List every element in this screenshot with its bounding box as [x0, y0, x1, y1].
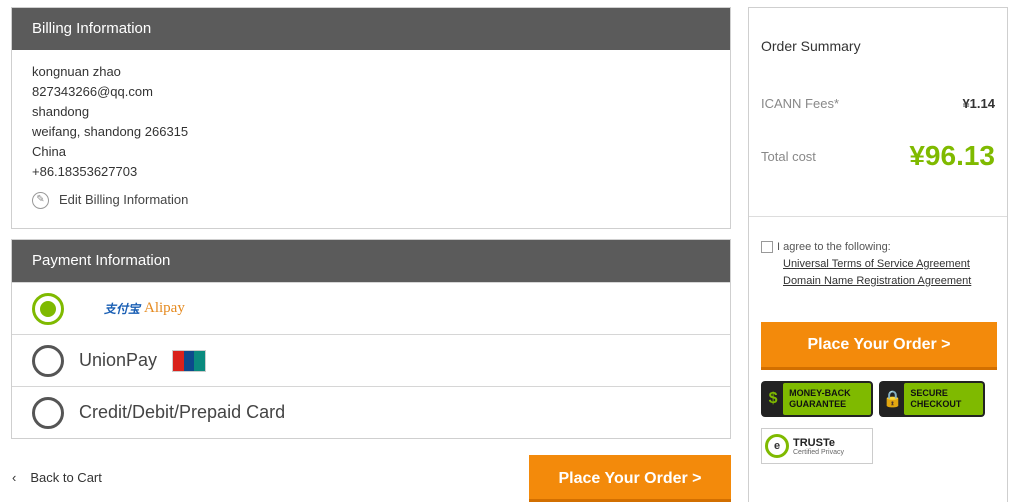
payment-title: Payment Information [12, 240, 730, 282]
total-row: Total cost ¥96.13 [761, 140, 995, 172]
billing-country: China [32, 144, 66, 159]
money-back-badge: $ MONEY-BACK GUARANTEE [761, 381, 873, 417]
back-to-cart-label: Back to Cart [30, 470, 102, 485]
payment-panel: Payment Information 支付宝 Alipay UnionPay … [11, 239, 731, 439]
alipay-label: Alipay [144, 300, 185, 316]
billing-details: kongnuan zhao 827343266@qq.com shandong … [12, 50, 730, 210]
payment-option-unionpay[interactable]: UnionPay [12, 334, 730, 386]
back-to-cart-link[interactable]: ‹ Back to Cart [12, 470, 102, 485]
truste-logo-icon: e [765, 434, 789, 458]
icann-fee-value: ¥1.14 [962, 96, 995, 111]
total-label: Total cost [761, 148, 816, 164]
summary-divider [749, 216, 1007, 217]
terms-of-service-link[interactable]: Universal Terms of Service Agreement [783, 258, 971, 270]
billing-state: shandong [32, 104, 90, 119]
order-summary-panel: Order Summary ICANN Fees* ¥1.14 Total co… [748, 7, 1008, 502]
truste-sub: Certified Privacy [793, 448, 844, 456]
payment-option-card[interactable]: Credit/Debit/Prepaid Card [12, 386, 730, 438]
total-value: ¥96.13 [909, 140, 995, 171]
domain-registration-link[interactable]: Domain Name Registration Agreement [783, 275, 971, 287]
truste-badge: e TRUSTe Certified Privacy [761, 428, 873, 464]
billing-panel: Billing Information kongnuan zhao 827343… [11, 7, 731, 229]
unionpay-radio[interactable] [32, 344, 64, 377]
icann-fee-row: ICANN Fees* ¥1.14 [761, 96, 995, 111]
chevron-left-icon: ‹ [12, 470, 17, 485]
money-back-text: MONEY-BACK GUARANTEE [783, 383, 871, 415]
dollar-icon: $ [763, 383, 784, 415]
billing-phone: +86.18353627703 [32, 164, 138, 179]
truste-name: TRUSTe [793, 436, 835, 449]
alipay-radio[interactable] [32, 292, 64, 325]
icann-fee-label: ICANN Fees* [761, 96, 840, 111]
billing-email: 827343266@qq.com [32, 84, 153, 99]
alipay-mark: 支付宝 [104, 302, 141, 316]
card-label: Credit/Debit/Prepaid Card [79, 402, 286, 422]
agreement-section: I agree to the following: Universal Term… [761, 241, 971, 287]
card-radio[interactable] [32, 396, 64, 429]
pencil-icon: ✎ [32, 191, 49, 209]
order-summary-title: Order Summary [761, 38, 861, 54]
lock-icon: 🔒 [881, 383, 905, 415]
agree-label: I agree to the following: [777, 241, 891, 253]
place-order-button[interactable]: Place Your Order > [529, 455, 731, 502]
secure-checkout-text: SECURE CHECKOUT [904, 383, 983, 415]
payment-option-alipay[interactable]: 支付宝 Alipay [12, 282, 730, 334]
alipay-logo: 支付宝 Alipay [104, 300, 185, 317]
billing-city-zip: weifang, shandong 266315 [32, 124, 189, 139]
agree-checkbox[interactable] [761, 241, 773, 253]
billing-name: kongnuan zhao [32, 64, 121, 79]
place-order-sidebar-button[interactable]: Place Your Order > [761, 322, 997, 370]
unionpay-logo-icon [172, 349, 207, 372]
billing-title: Billing Information [12, 8, 730, 50]
secure-checkout-badge: 🔒 SECURE CHECKOUT [879, 381, 985, 417]
edit-billing-link[interactable]: ✎ Edit Billing Information [32, 190, 710, 210]
edit-billing-label: Edit Billing Information [59, 192, 189, 207]
unionpay-label: UnionPay [79, 350, 158, 370]
